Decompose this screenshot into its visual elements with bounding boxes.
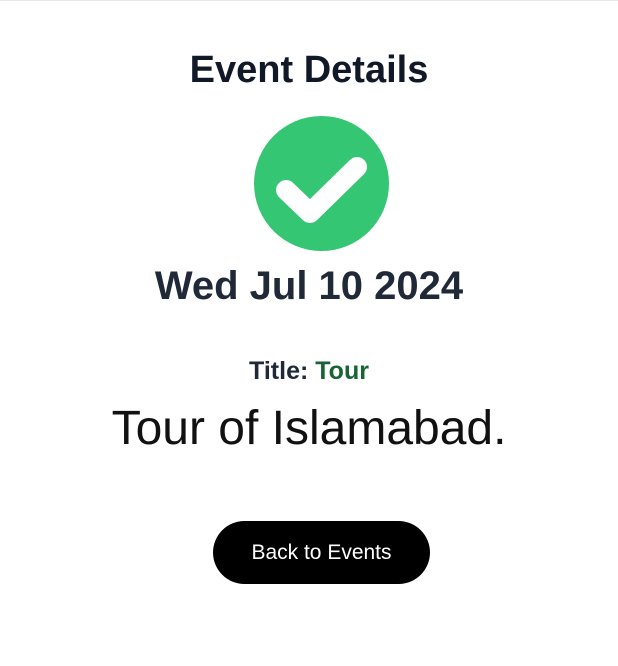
title-value: Tour: [315, 357, 369, 385]
event-description: Tour of Islamabad.: [111, 402, 507, 455]
event-details-page: Event Details Wed Jul 10 2024 Title: Tou…: [0, 1, 618, 666]
page-title: Event Details: [189, 49, 429, 91]
title-label: Title:: [249, 357, 316, 385]
event-date: Wed Jul 10 2024: [154, 264, 464, 308]
event-title-row: Title: Tour: [0, 355, 618, 387]
back-to-events-button[interactable]: Back to Events: [213, 521, 430, 584]
check-circle-icon: [254, 116, 389, 251]
